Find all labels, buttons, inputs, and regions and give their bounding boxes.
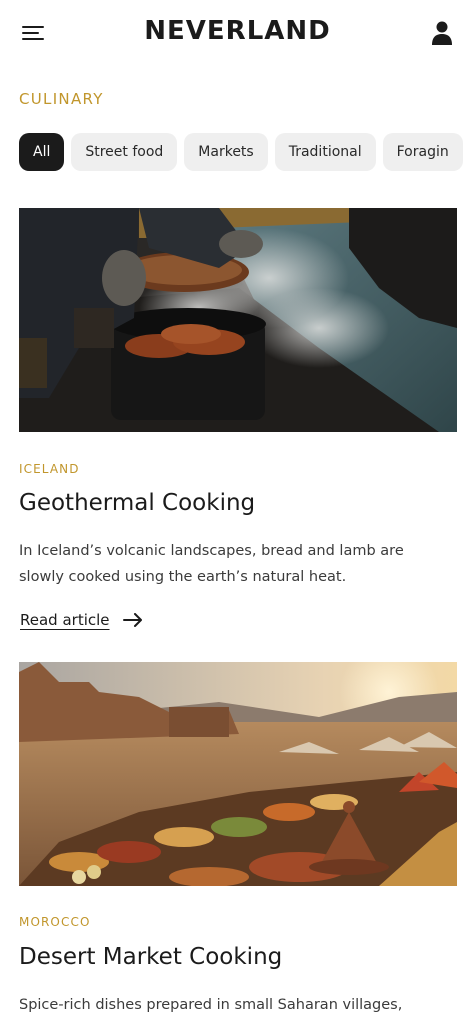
chip-street-food[interactable]: Street food: [71, 133, 178, 171]
section-label: CULINARY: [19, 90, 104, 108]
user-account-icon[interactable]: [430, 20, 454, 46]
article-country: ICELAND: [19, 462, 80, 476]
chip-all[interactable]: All: [19, 133, 65, 171]
site-logo[interactable]: NEVERLAND: [0, 16, 475, 46]
arrow-right-icon: [122, 613, 142, 627]
article-image-geothermal[interactable]: [19, 208, 457, 432]
article-country: MOROCCO: [19, 915, 91, 929]
chip-foraging[interactable]: Foragin: [382, 133, 463, 171]
article-title[interactable]: Geothermal Cooking: [19, 490, 255, 516]
read-article-link[interactable]: Read article: [20, 609, 143, 631]
app-header: NEVERLAND: [0, 0, 475, 66]
read-article-label: Read article: [20, 611, 110, 629]
chip-markets[interactable]: Markets: [184, 133, 268, 171]
article-title[interactable]: Desert Market Cooking: [19, 944, 282, 970]
article-description: In Iceland’s volcanic landscapes, bread …: [19, 543, 404, 585]
filter-chip-bar: All Street food Markets Traditional Foragin: [19, 133, 475, 173]
article-image-desert-market[interactable]: [19, 662, 457, 886]
article-description: Spice-rich dishes prepared in small Saha…: [19, 997, 403, 1013]
chip-traditional[interactable]: Traditional: [274, 133, 376, 171]
